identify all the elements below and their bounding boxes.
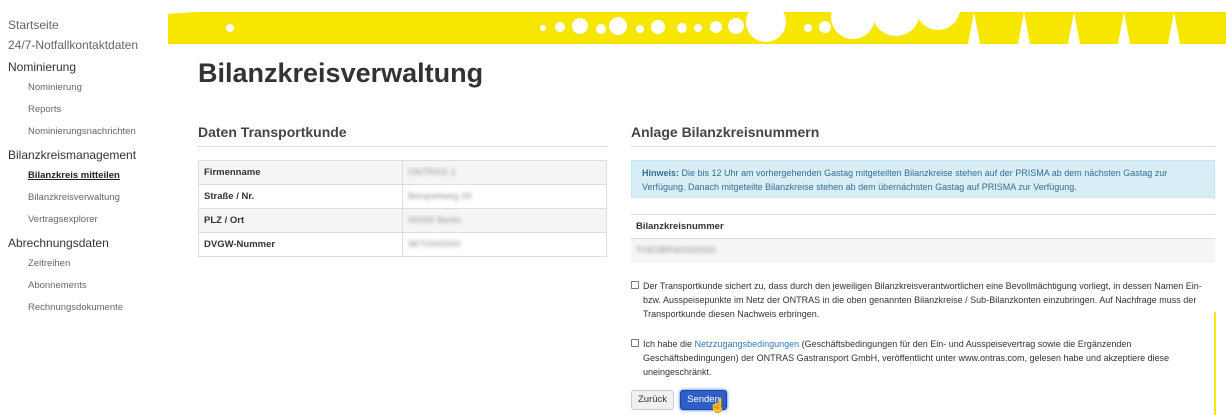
row-key: PLZ / Ort <box>198 208 403 233</box>
row-value-text: Beispielweg 00 <box>408 191 472 202</box>
table-row: Straße / Nr. Beispielweg 00 <box>198 184 607 209</box>
consent-text-2: Ich habe die Netzzugangsbedingungen (Ges… <box>631 337 1215 379</box>
column-header-bilanzkreisnummer: Bilanzkreisnummer <box>631 214 1215 239</box>
consent-checkbox-row-1[interactable]: Der Transportkunde sichert zu, dass durc… <box>631 279 1215 321</box>
row-key: Firmenname <box>198 160 403 185</box>
table-row: PLZ / Ort 00000 Berlin <box>198 208 607 233</box>
page: Startseite 24/7-Notfallkontaktdaten Nomi… <box>0 0 1226 415</box>
table-row: Firmenname ONTRAS-1 <box>198 160 607 185</box>
sidebar-item-bilanzkreis-mitteilen[interactable]: Bilanzkreis mitteilen <box>0 165 168 187</box>
consent-text-1: Der Transportkunde sichert zu, dass durc… <box>643 281 1202 319</box>
side-accent-line <box>1214 312 1216 415</box>
sidebar-item-zeitreihen[interactable]: Zeitreihen <box>0 253 168 275</box>
sidebar-item-rechnungsdokumente[interactable]: Rechnungsdokumente <box>0 297 168 319</box>
divider-right <box>631 146 1215 147</box>
row-key: Straße / Nr. <box>198 184 403 209</box>
consent-checkbox-1[interactable] <box>631 281 639 289</box>
hand-cursor-icon: ☝ <box>709 397 727 413</box>
row-value-text: 9870000000 <box>408 239 461 250</box>
hint-alert: Hinweis: Die bis 12 Uhr am vorhergehende… <box>631 160 1215 198</box>
sidebar-item-vertragsexplorer[interactable]: Vertragsexplorer <box>0 209 168 231</box>
table-row: DVGW-Nummer 9870000000 <box>198 232 607 257</box>
sidebar-item-nominierung[interactable]: Nominierung <box>0 77 168 99</box>
consent-checkbox-row-2[interactable]: Ich habe die Netzzugangsbedingungen (Ges… <box>631 337 1215 379</box>
row-value: 9870000000 <box>402 232 607 257</box>
sidebar-heading-bilanzkreismanagement[interactable]: Bilanzkreismanagement <box>0 145 168 165</box>
sidebar-item-reports[interactable]: Reports <box>0 99 168 121</box>
page-title: Bilanzkreisverwaltung <box>198 58 484 88</box>
bilanzkreis-table: Bilanzkreisnummer THE0BR40000000 <box>631 214 1215 263</box>
sidebar-nav: Startseite 24/7-Notfallkontaktdaten Nomi… <box>0 0 168 415</box>
table-row: THE0BR40000000 <box>631 238 1215 263</box>
consent-text-2-pre: Ich habe die <box>643 339 695 349</box>
sidebar-item-notfallkontaktdaten[interactable]: 24/7-Notfallkontaktdaten <box>0 35 168 55</box>
row-value: Beispielweg 00 <box>402 184 607 209</box>
sidebar-item-startseite[interactable]: Startseite <box>0 15 168 35</box>
divider-left <box>198 146 607 147</box>
row-value-text: 00000 Berlin <box>408 215 462 226</box>
banner-pattern <box>168 0 1226 44</box>
row-value-text: ONTRAS-1 <box>408 167 457 178</box>
row-value: ONTRAS-1 <box>402 160 607 185</box>
netzzugangsbedingungen-link[interactable]: Netzzugangsbedingungen <box>695 339 800 349</box>
hint-text: Die bis 12 Uhr am vorhergehenden Gastag … <box>642 168 1168 192</box>
back-button[interactable]: Zurück <box>631 390 674 410</box>
sidebar-item-bilanzkreisverwaltung[interactable]: Bilanzkreisverwaltung <box>0 187 168 209</box>
section-title-transportkunde: Daten Transportkunde <box>198 124 347 140</box>
row-key: DVGW-Nummer <box>198 232 403 257</box>
table-header-row: Bilanzkreisnummer <box>631 214 1215 239</box>
transportkunde-table: Firmenname ONTRAS-1 Straße / Nr. Beispie… <box>198 160 607 257</box>
sidebar-item-abonnements[interactable]: Abonnements <box>0 275 168 297</box>
header-banner <box>168 0 1226 44</box>
sidebar-heading-nominierung[interactable]: Nominierung <box>0 57 168 77</box>
bilanzkreisnummer-cell: THE0BR40000000 <box>631 238 1215 263</box>
sidebar-item-nominierungsnachrichten[interactable]: Nominierungsnachrichten <box>0 121 168 143</box>
sidebar-heading-abrechnungsdaten[interactable]: Abrechnungsdaten <box>0 233 168 253</box>
hint-label: Hinweis: <box>642 168 680 178</box>
section-title-anlage: Anlage Bilanzkreisnummern <box>631 124 820 140</box>
row-value: 00000 Berlin <box>402 208 607 233</box>
consent-checkbox-2[interactable] <box>631 339 639 347</box>
bilanzkreisnummer-value: THE0BR40000000 <box>636 245 716 257</box>
